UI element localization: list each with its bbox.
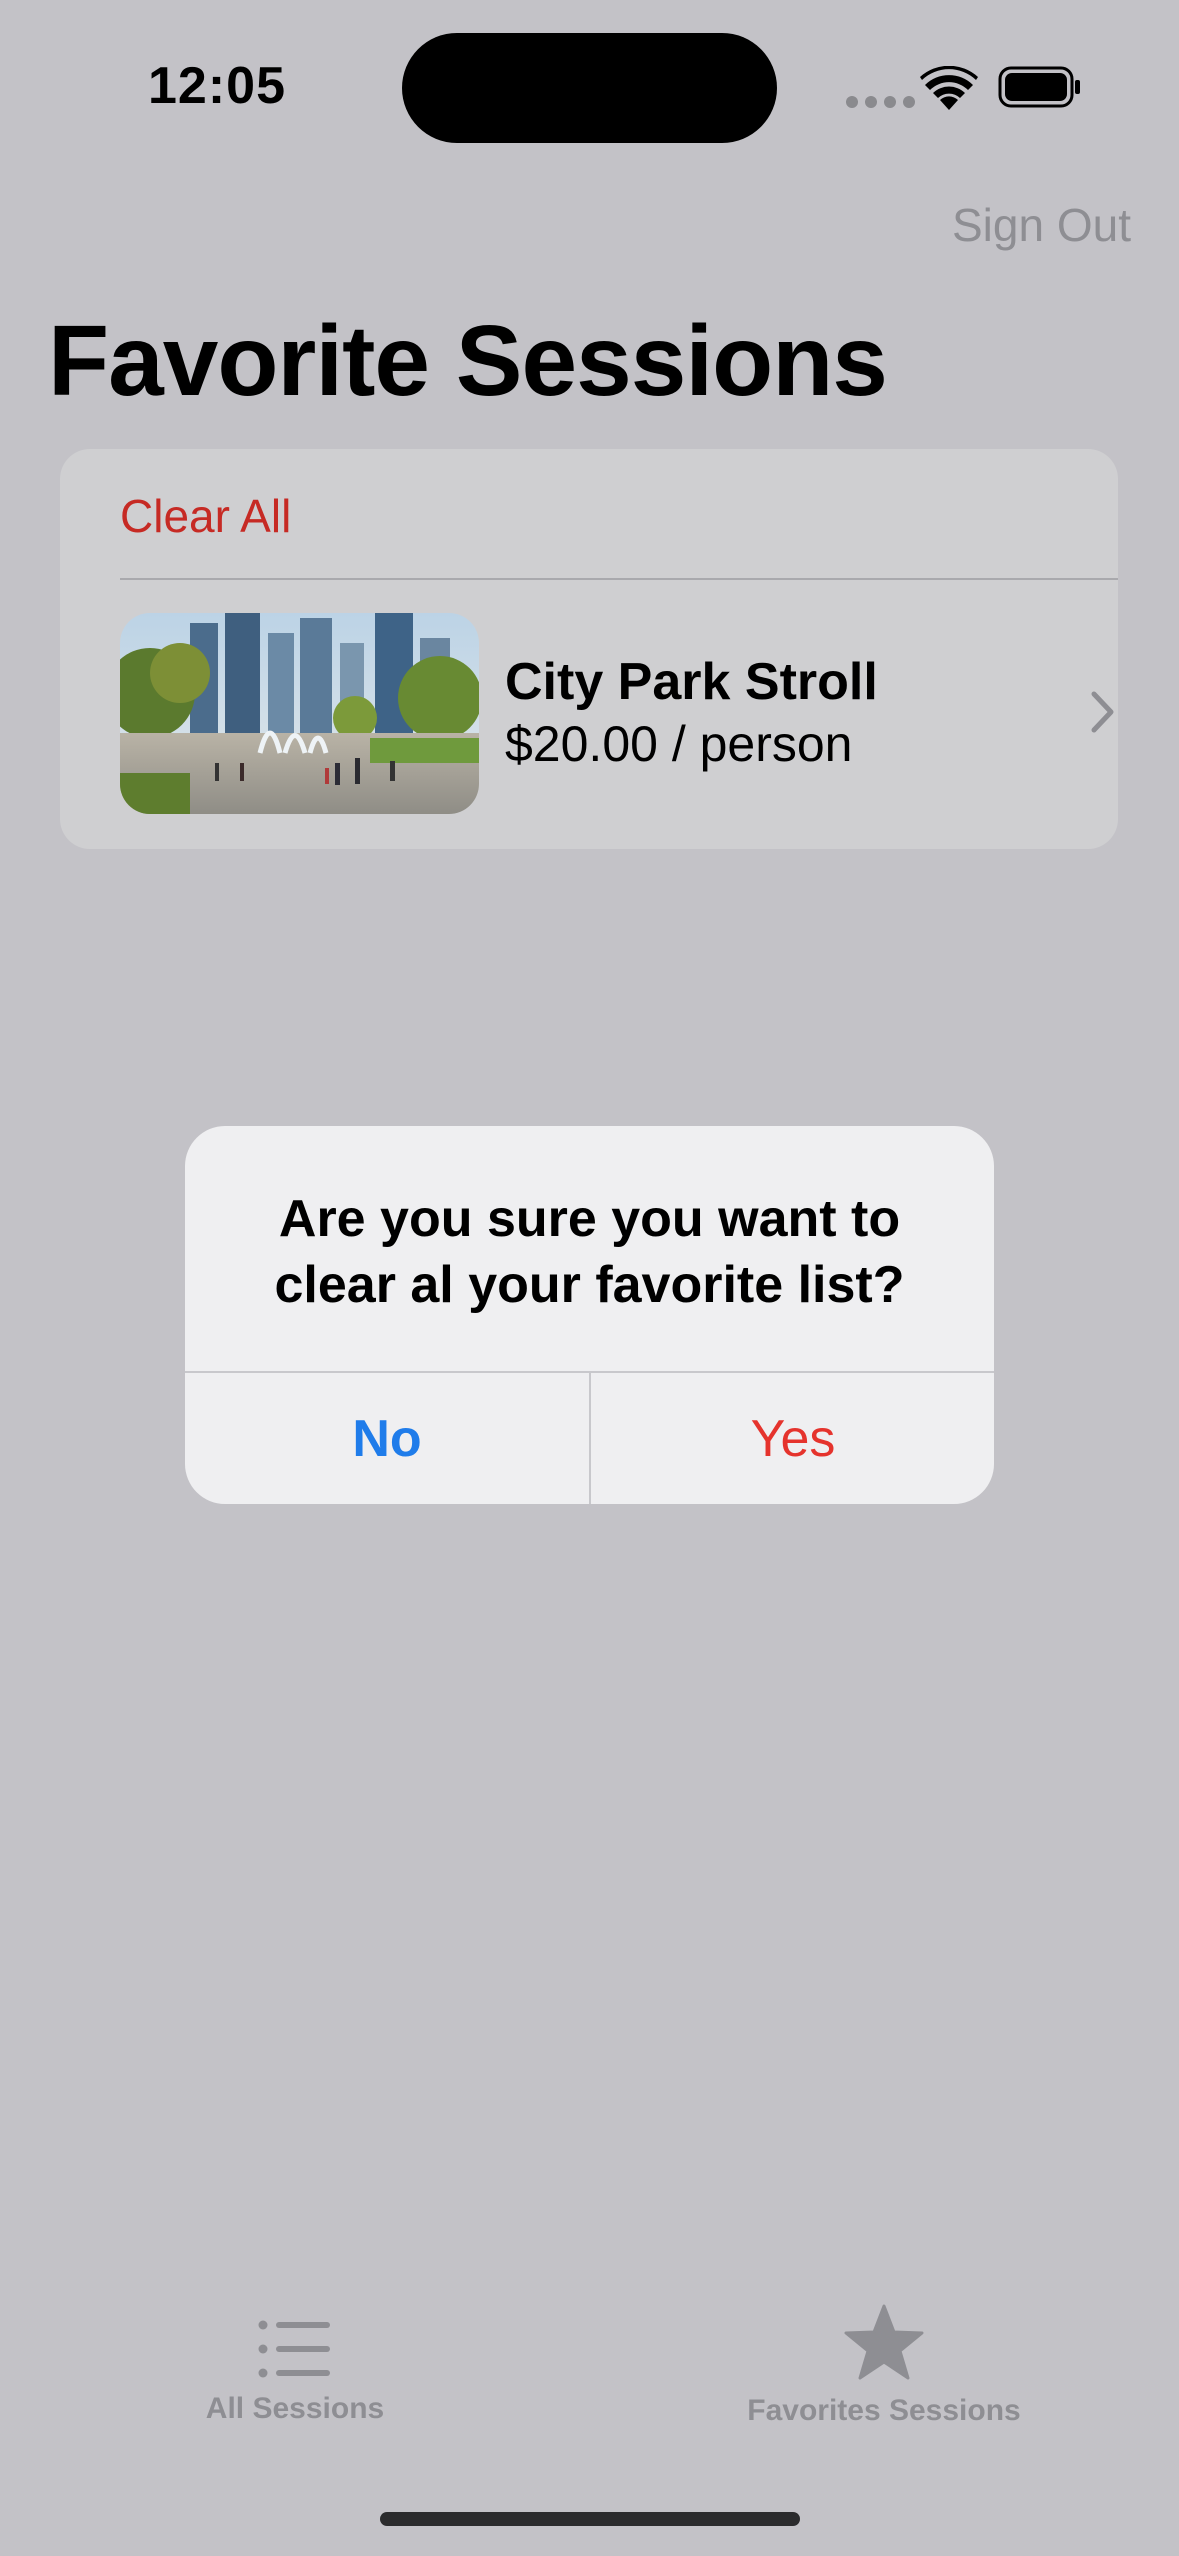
cellular-signal-icon (846, 96, 915, 108)
list-item[interactable]: City Park Stroll $20.00 / person (60, 580, 1118, 849)
tab-label: All Sessions (205, 2392, 385, 2425)
session-price: $20.00 / person (505, 716, 853, 772)
tab-favorites-sessions[interactable]: Favorites Sessions (684, 2304, 1084, 2428)
dynamic-island (402, 33, 777, 143)
home-indicator[interactable] (380, 2512, 800, 2526)
yes-button[interactable]: Yes (591, 1373, 994, 1504)
city-park-photo (120, 613, 479, 814)
tab-all-sessions[interactable]: All Sessions (95, 2320, 495, 2426)
status-time: 12:05 (148, 57, 286, 115)
clear-all-button[interactable]: Clear All (120, 489, 291, 543)
list-icon (258, 2320, 330, 2378)
star-icon (844, 2304, 924, 2380)
tab-label: Favorites Sessions (747, 2394, 1021, 2427)
sign-out-button[interactable]: Sign Out (952, 198, 1131, 252)
wifi-icon (920, 66, 978, 110)
session-title: City Park Stroll (505, 653, 878, 711)
alert-message: Are you sure you want to clear al your f… (274, 1190, 905, 1314)
no-button[interactable]: No (185, 1373, 589, 1504)
page-title: Favorite Sessions (48, 305, 888, 417)
confirm-alert: Are you sure you want to clear al your f… (185, 1126, 994, 1504)
favorites-list: Clear All City Park Stroll $20.00 / pers… (60, 449, 1118, 849)
battery-icon (998, 66, 1080, 108)
chevron-right-icon (1091, 691, 1114, 733)
